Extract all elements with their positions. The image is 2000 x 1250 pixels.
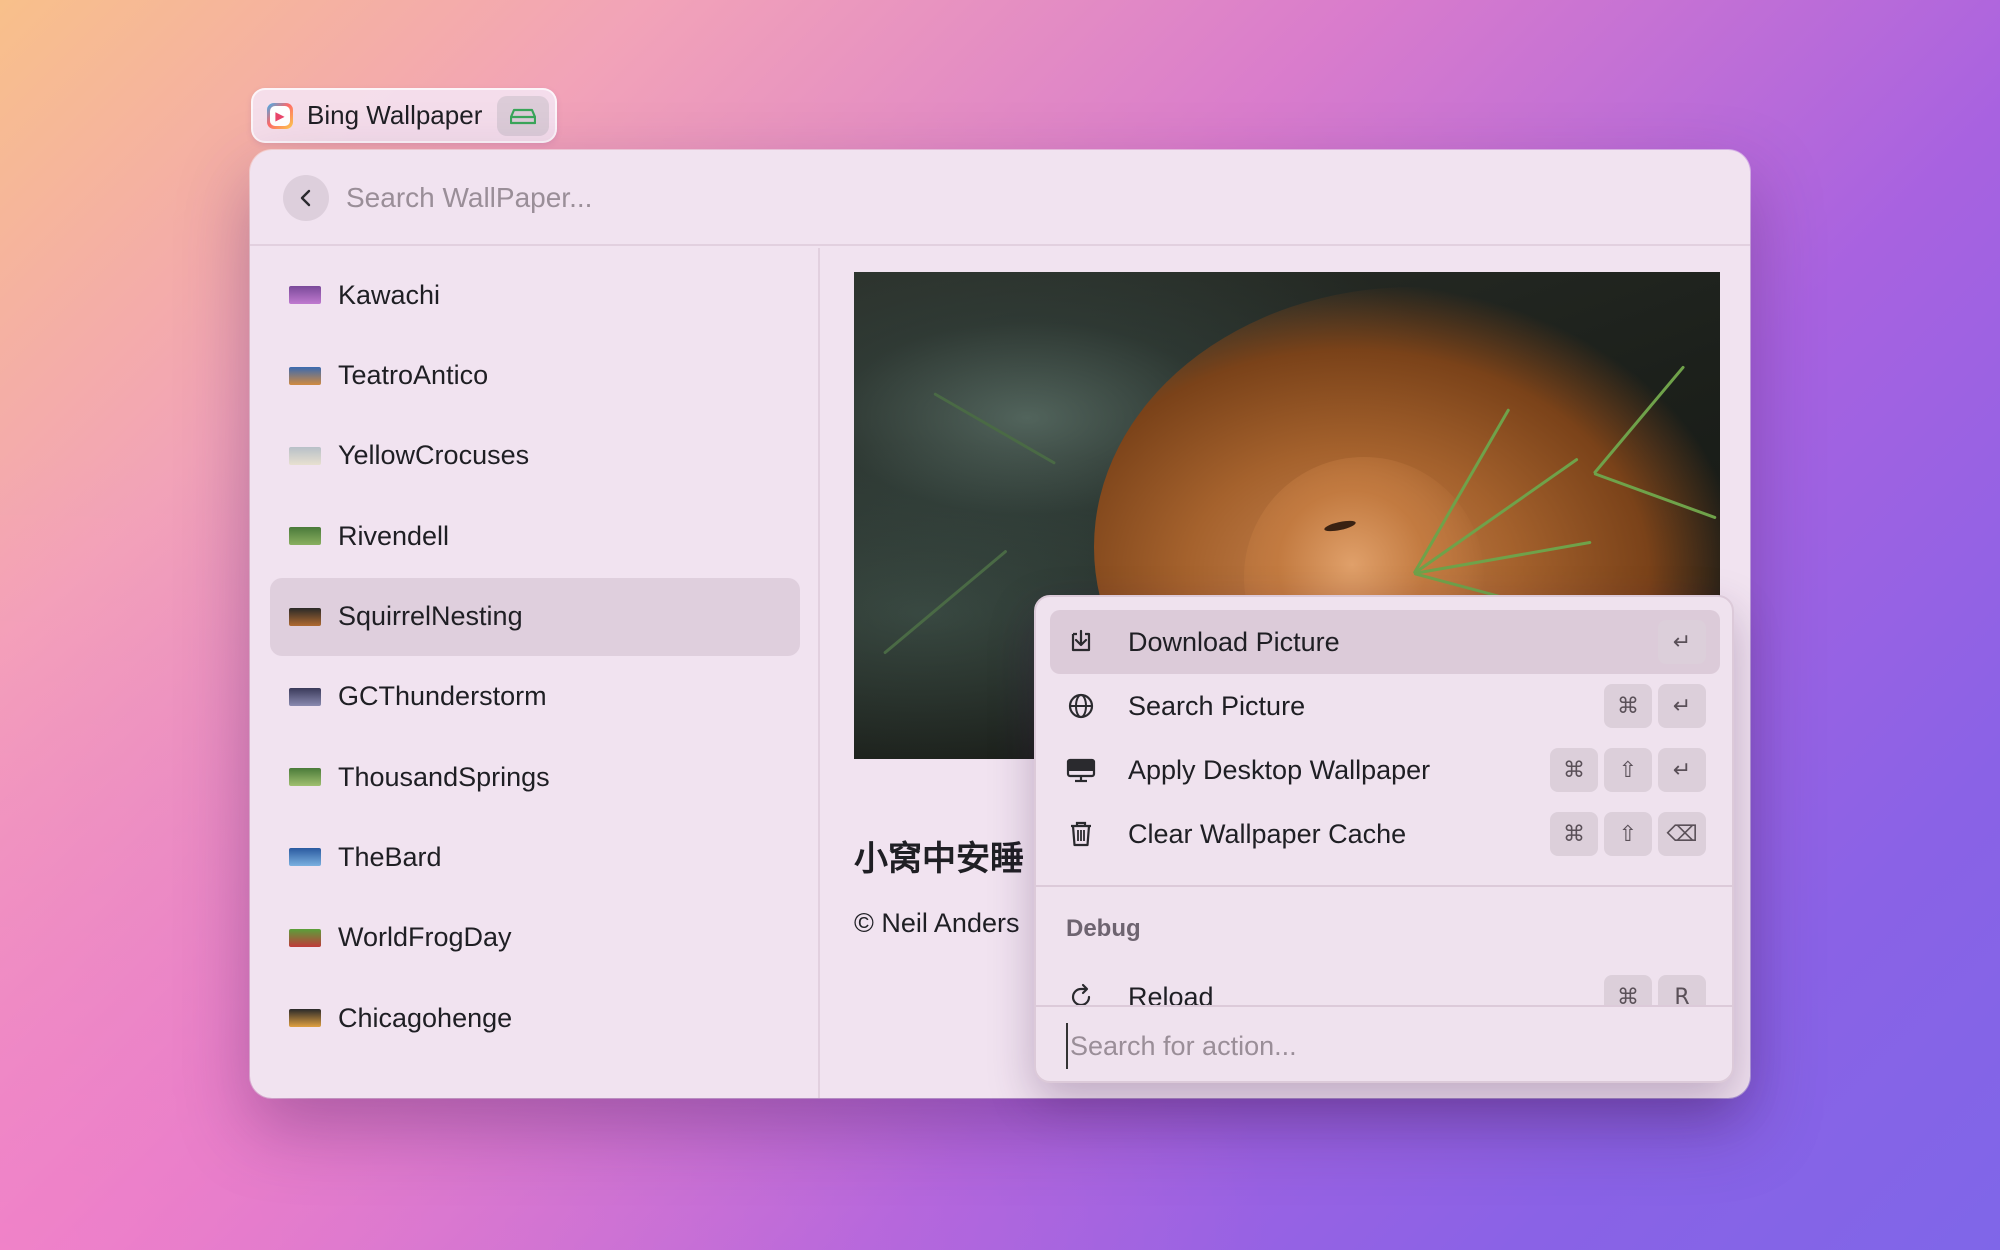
wallpaper-title: 小窝中安睡 bbox=[854, 839, 1024, 879]
list-item-label: Kawachi bbox=[338, 279, 441, 310]
extension-title: Bing Wallpaper bbox=[307, 100, 483, 130]
shortcut-key: R bbox=[1658, 975, 1706, 1005]
wallpaper-thumbnail bbox=[289, 527, 321, 546]
wallpaper-thumbnail bbox=[289, 446, 321, 465]
chevron-left-icon bbox=[300, 189, 311, 207]
shortcut-keys: ⌘ ↵ bbox=[1604, 684, 1706, 728]
list-item[interactable]: Kawachi bbox=[270, 256, 800, 334]
action-label: Search Picture bbox=[1128, 690, 1306, 721]
reload-icon bbox=[1066, 982, 1096, 1005]
shortcut-keys: ⌘ ⇧ ⌫ bbox=[1550, 812, 1706, 856]
action-label: Clear Wallpaper Cache bbox=[1128, 818, 1407, 849]
search-input[interactable] bbox=[346, 174, 1246, 222]
action-item[interactable]: Apply Desktop Wallpaper ⌘ ⇧ ↵ bbox=[1050, 738, 1720, 802]
list-item[interactable]: Rivendell bbox=[270, 497, 800, 575]
action-label: Reload bbox=[1128, 981, 1214, 1006]
shortcut-key: ⇧ bbox=[1604, 748, 1652, 792]
shortcut-keys: ↵ bbox=[1658, 620, 1706, 664]
list-item-label: Rivendell bbox=[338, 520, 450, 551]
action-search-input[interactable] bbox=[1066, 1023, 1706, 1069]
shortcut-key: ⌘ bbox=[1604, 975, 1652, 1005]
wallpaper-thumbnail bbox=[289, 1009, 321, 1027]
action-search-bar bbox=[1036, 1005, 1732, 1081]
action-item[interactable]: Search Picture ⌘ ↵ bbox=[1050, 674, 1720, 738]
wallpaper-thumbnail bbox=[289, 768, 321, 787]
shortcut-keys: ⌘ R bbox=[1604, 975, 1706, 1005]
list-item-label: WorldFrogDay bbox=[338, 922, 512, 953]
action-item[interactable]: Download Picture ↵ bbox=[1050, 610, 1720, 674]
list-item[interactable]: TheBard bbox=[270, 818, 800, 896]
list-item[interactable]: TeatroAntico bbox=[270, 337, 800, 415]
shortcut-key: ⇧ bbox=[1604, 812, 1652, 856]
list-item-label: Chicagohenge bbox=[338, 1002, 513, 1033]
shortcut-key: ↵ bbox=[1658, 684, 1706, 728]
list-item-label: SquirrelNesting bbox=[338, 601, 523, 631]
shortcut-key: ↵ bbox=[1658, 620, 1706, 664]
extension-pill[interactable]: ▶ Bing Wallpaper bbox=[251, 88, 557, 143]
shortcut-key: ⌘ bbox=[1550, 748, 1598, 792]
globe-icon bbox=[1066, 691, 1096, 721]
desktop-icon bbox=[1066, 755, 1096, 785]
action-item[interactable]: Clear Wallpaper Cache ⌘ ⇧ ⌫ bbox=[1050, 802, 1720, 866]
download-icon bbox=[1066, 627, 1096, 657]
list-item-label: TheBard bbox=[338, 841, 442, 872]
wallpaper-thumbnail bbox=[289, 286, 321, 305]
wallpaper-thumbnail bbox=[289, 928, 321, 947]
wallpaper-thumbnail bbox=[289, 366, 321, 385]
list-item[interactable]: GCThunderstorm bbox=[270, 658, 800, 736]
wallpaper-list: Buñaca Kawachi TeatroAntico YellowCrocuses R… bbox=[250, 248, 820, 1098]
list-item[interactable]: Buñaca bbox=[270, 248, 800, 254]
debug-section-label: Debug bbox=[1066, 915, 1141, 942]
hard-drive-icon bbox=[510, 108, 536, 125]
hard-drive-button[interactable] bbox=[497, 96, 549, 136]
shortcut-key: ⌘ bbox=[1550, 812, 1598, 856]
list-item-label: YellowCrocuses bbox=[338, 440, 530, 471]
list-item-label: TeatroAntico bbox=[338, 360, 489, 391]
search-bar bbox=[250, 150, 1750, 246]
wallpaper-thumbnail bbox=[289, 687, 321, 706]
list-item-label: GCThunderstorm bbox=[338, 681, 547, 712]
wallpaper-copyright: © Neil Anders bbox=[854, 908, 1020, 938]
list-item[interactable]: Chicagohenge bbox=[270, 979, 800, 1057]
shortcut-key: ↵ bbox=[1658, 748, 1706, 792]
action-item[interactable]: Reload ⌘ R bbox=[1050, 965, 1720, 1005]
action-list: Debug Download Picture ↵ Search Picture ⌘ ↵ A… bbox=[1036, 597, 1732, 1005]
action-divider bbox=[1036, 885, 1732, 887]
shortcut-key: ⌫ bbox=[1658, 812, 1706, 856]
shortcut-keys: ⌘ ⇧ ↵ bbox=[1550, 748, 1706, 792]
trash-icon bbox=[1066, 819, 1096, 849]
action-label: Download Picture bbox=[1128, 626, 1340, 657]
list-item[interactable]: YellowCrocuses bbox=[270, 417, 800, 495]
action-label: Apply Desktop Wallpaper bbox=[1128, 754, 1431, 785]
wallpaper-thumbnail bbox=[289, 848, 321, 867]
list-item[interactable]: SquirrelNesting bbox=[270, 577, 800, 656]
list-item-label: ThousandSprings bbox=[338, 761, 550, 792]
bing-wallpaper-app-icon: ▶ bbox=[267, 102, 293, 129]
back-button[interactable] bbox=[283, 175, 329, 221]
action-panel: Debug Download Picture ↵ Search Picture ⌘ ↵ A… bbox=[1034, 595, 1734, 1083]
shortcut-key: ⌘ bbox=[1604, 684, 1652, 728]
list-item[interactable]: WorldFrogDay bbox=[270, 899, 800, 977]
list-item[interactable]: ThousandSprings bbox=[270, 738, 800, 816]
wallpaper-thumbnail bbox=[289, 607, 321, 626]
